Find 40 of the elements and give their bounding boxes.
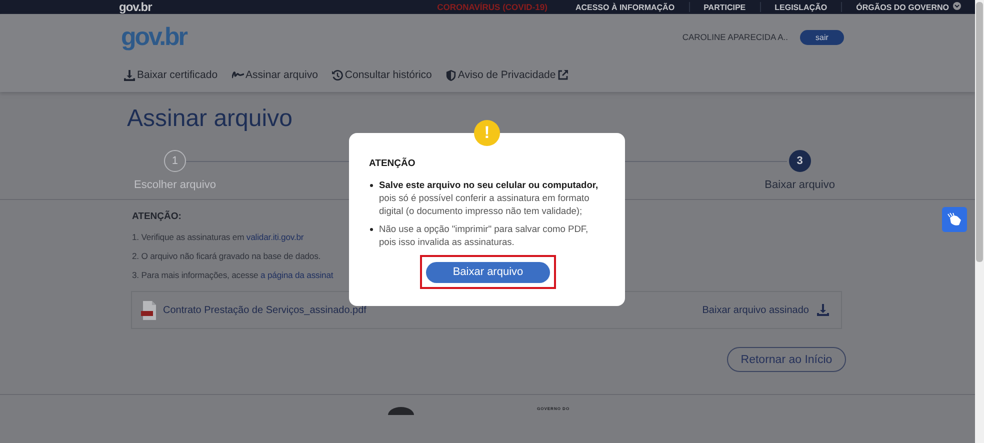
notice-item: 3. Para mais informações, acesse a página da assinat [132, 270, 334, 282]
nav-link[interactable]: Aviso de Privacidade [446, 69, 568, 81]
link[interactable]: a página da assinat [260, 270, 334, 280]
step-label: Escolher arquivo [134, 179, 216, 191]
logo[interactable]: gov.br [119, 0, 304, 14]
footer-logo-icon [388, 407, 414, 415]
sign-language-icon[interactable] [942, 207, 967, 232]
modal-text: Não use a opção "imprimir" para salvar como PDF, pois isso invalida as assinaturas. [379, 224, 588, 247]
top-link[interactable]: ACESSO À INFORMAÇÃO [561, 2, 689, 12]
warning-icon: ! [474, 120, 500, 146]
download-icon [124, 70, 135, 80]
signature-icon [232, 70, 244, 80]
bullet-icon [370, 228, 373, 231]
notice-title: ATENÇÃO: [132, 211, 182, 222]
step-label: Baixar arquivo [764, 179, 835, 191]
file-name[interactable]: Contrato Prestação de Serviços_assinado.pdf [163, 304, 366, 316]
nav-link[interactable]: Consultar histórico [332, 69, 432, 81]
step-number[interactable]: 3 [788, 150, 811, 172]
shield-icon [446, 70, 456, 80]
notice-item: 1. Verifique as assinaturas em validar.iti.gov.br [132, 232, 304, 244]
return-button[interactable]: Retornar ao Início [727, 347, 846, 372]
user-name: CAROLINE APARECIDA A.. [682, 32, 788, 42]
download-button[interactable]: Baixar arquivo [426, 262, 550, 282]
modal-text: Salve este arquivo no seu celular ou computador, pois só é possível conferir a assinatura em formato digital (o documento impresso não tem validade); [379, 180, 598, 216]
notice-item: 2. O arquivo não ficará gravado na base de dados. [132, 251, 321, 263]
download-link[interactable]: Baixar arquivo assinado [702, 304, 829, 316]
pdf-file-icon [141, 300, 157, 320]
top-link[interactable]: PARTICIPE [688, 2, 760, 12]
link[interactable]: validar.iti.gov.br [246, 232, 304, 242]
page-title: Assinar arquivo [127, 104, 292, 134]
download-icon [817, 304, 829, 316]
nav-link[interactable]: Assinar arquivo [232, 69, 318, 81]
step-number[interactable]: 1 [164, 150, 186, 172]
scrollbar[interactable] [975, 0, 984, 443]
nav-link[interactable]: Baixar certificado [124, 69, 218, 81]
bullet-icon [370, 184, 373, 187]
logout-button[interactable]: sair [800, 30, 844, 44]
modal-title: ATENÇÃO [369, 158, 416, 169]
history-icon [332, 70, 343, 80]
top-link[interactable]: LEGISLAÇÃO [760, 2, 842, 12]
